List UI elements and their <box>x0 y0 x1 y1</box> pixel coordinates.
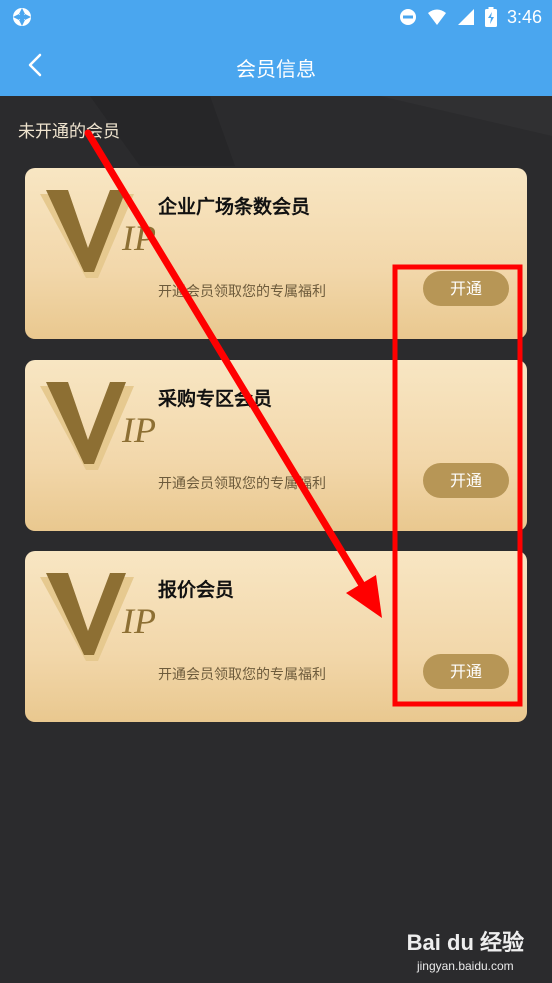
card-title: 报价会员 <box>158 579 235 601</box>
membership-card-procurement: IP 采购专区会员 开通会员领取您的专属福利 开通 <box>25 360 527 531</box>
do-not-disturb-icon <box>399 9 416 25</box>
svg-text:IP: IP <box>121 410 156 450</box>
status-bar: 3:46 <box>0 0 552 34</box>
watermark-url: jingyan.baidu.com <box>416 959 514 973</box>
section-label: 未开通的会员 <box>18 122 120 142</box>
card-title: 企业广场条数会员 <box>158 196 311 218</box>
vip-logo-icon: IP <box>40 382 156 470</box>
membership-card-enterprise: IP 企业广场条数会员 开通会员领取您的专属福利 开通 <box>25 168 527 339</box>
screen: 3:46 会员信息 未开通的会员 IP 企业广场条数会员 开通会员领取您的专属福… <box>0 0 552 983</box>
status-time: 3:46 <box>506 6 542 27</box>
open-membership-button[interactable]: 开通 <box>423 271 509 306</box>
app-icon <box>13 8 31 26</box>
svg-text:IP: IP <box>121 218 156 258</box>
app-header: 会员信息 <box>0 34 552 96</box>
card-description: 开通会员领取您的专属福利 <box>158 284 326 300</box>
open-membership-button[interactable]: 开通 <box>423 654 509 689</box>
vip-logo-icon: IP <box>40 573 156 661</box>
membership-card-quotation: IP 报价会员 开通会员领取您的专属福利 开通 <box>25 551 527 722</box>
battery-icon <box>484 7 497 27</box>
card-description: 开通会员领取您的专属福利 <box>158 667 326 683</box>
open-membership-button[interactable]: 开通 <box>423 463 509 498</box>
vip-logo-icon: IP <box>40 190 156 278</box>
card-description: 开通会员领取您的专属福利 <box>158 476 326 492</box>
wifi-icon <box>427 9 446 25</box>
svg-text:IP: IP <box>121 601 156 641</box>
signal-icon <box>457 9 474 25</box>
status-icons: 3:46 <box>399 5 542 29</box>
card-title: 采购专区会员 <box>158 388 273 410</box>
page-title: 会员信息 <box>236 57 316 81</box>
watermark-logo: Bai du 经验 <box>406 930 524 955</box>
baidu-jingyan-watermark: Bai du 经验 jingyan.baidu.com <box>407 925 524 973</box>
